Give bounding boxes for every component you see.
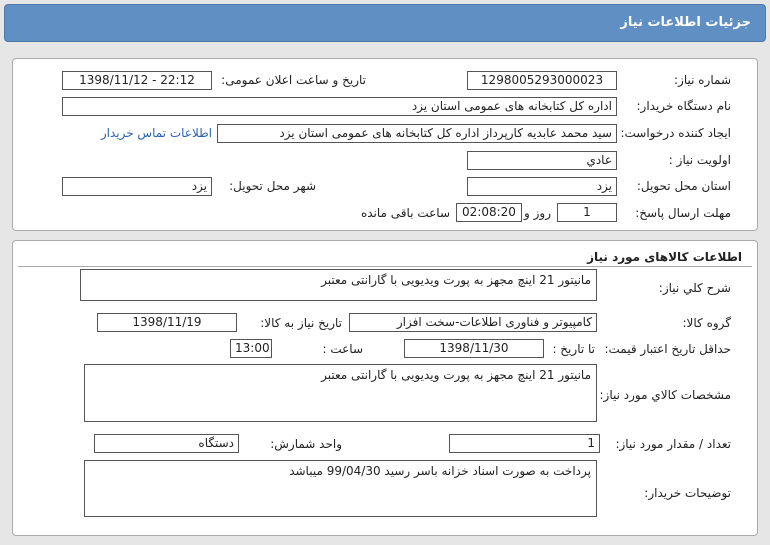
buyer-org-label: نام دستگاه خریدار: [636, 99, 732, 113]
delivery-city-label: شهر محل تحویل: [229, 179, 316, 193]
need-number-label: شماره نیاز: [674, 73, 731, 87]
buyer-notes-field: پرداخت به صورت اسناد خزانه باسر رسید 99/… [84, 460, 597, 517]
unit-field: دستگاه [94, 434, 239, 453]
deadline-days-field: 1 [557, 203, 617, 222]
announce-datetime-field: 1398/11/12 - 22:12 [62, 71, 212, 90]
price-validity-label: حداقل تاریخ اعتبار قیمت: [604, 342, 731, 356]
page-header: جزئیات اطلاعات نیاز [4, 4, 766, 42]
specs-label: مشخصات کالاي مورد نیاز: [599, 388, 731, 402]
buyer-notes-label: توضیحات خریدار: [644, 486, 731, 500]
need-date-field: 1398/11/19 [97, 313, 237, 332]
remaining-label: ساعت باقی مانده [360, 206, 450, 220]
need-date-label: تاریخ نیاز به کالا: [260, 316, 342, 330]
until-date-field: 1398/11/30 [404, 339, 544, 358]
unit-label: واحد شمارش: [270, 437, 342, 451]
time-label: ساعت : [322, 342, 363, 356]
goods-section-title: اطلاعات کالاهای مورد نیاز [587, 250, 742, 264]
delivery-province-label: استان محل تحویل: [636, 179, 731, 193]
buyer-org-field: اداره کل کتابخانه های عمومی استان یزد [62, 97, 617, 116]
need-number-field: 1298005293000023 [467, 71, 617, 90]
deadline-time-field: 02:08:20 [456, 203, 522, 222]
overall-desc-field: مانیتور 21 اینچ مجهز به پورت ویدیویی با … [80, 269, 597, 301]
page-title: جزئیات اطلاعات نیاز [620, 15, 751, 30]
days-and-label: روز و [524, 206, 551, 220]
specs-field: مانیتور 21 اینچ مجهز به پورت ویدیویی با … [84, 364, 597, 422]
overall-desc-label: شرح کلي نیاز: [658, 281, 731, 295]
requester-label: ایجاد کننده درخواست: [620, 126, 731, 140]
announce-datetime-label: تاریخ و ساعت اعلان عمومی: [221, 73, 366, 87]
deadline-label: مهلت ارسال پاسخ: [635, 206, 731, 220]
priority-label: اولویت نیاز : [668, 153, 731, 167]
priority-field: عادي [467, 151, 617, 170]
delivery-city-field: یزد [62, 177, 212, 196]
until-date-label: تا تاریخ : [552, 342, 595, 356]
quantity-field: 1 [449, 434, 600, 453]
section-divider [18, 266, 752, 267]
goods-group-label: گروه کالا: [682, 316, 732, 330]
buyer-contact-link[interactable]: اطلاعات تماس خریدار [101, 126, 212, 140]
goods-group-field: کامپیوتر و فناوری اطلاعات-سخت افزار [349, 313, 597, 332]
delivery-province-field: یزد [467, 177, 617, 196]
quantity-label: تعداد / مقدار مورد نیاز: [615, 437, 731, 451]
until-time-field: 13:00 [230, 339, 272, 358]
requester-field: سید محمد عابدیه کارپرداز اداره کل کتابخا… [217, 124, 617, 143]
